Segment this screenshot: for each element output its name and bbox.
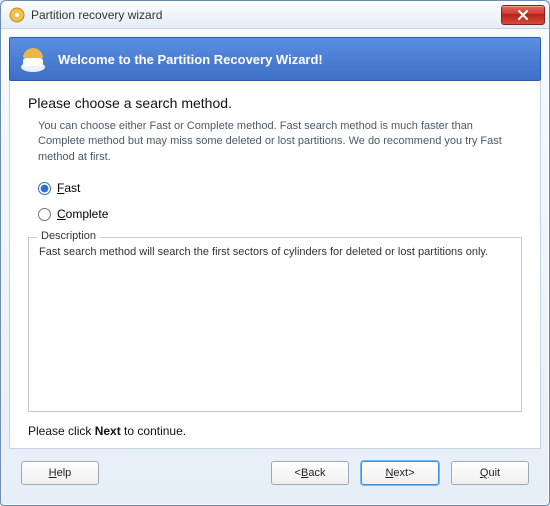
radio-complete-input[interactable] xyxy=(38,208,51,221)
window-title: Partition recovery wizard xyxy=(31,8,501,22)
radio-fast[interactable]: Fast xyxy=(38,181,522,195)
banner: Welcome to the Partition Recovery Wizard… xyxy=(9,37,541,81)
description-group: Description Fast search method will sear… xyxy=(28,237,522,412)
description-text: Fast search method will search the first… xyxy=(39,246,511,258)
close-button[interactable] xyxy=(501,5,545,25)
client-area: Welcome to the Partition Recovery Wizard… xyxy=(1,29,549,505)
back-button[interactable]: <Back xyxy=(271,461,349,485)
radio-fast-input[interactable] xyxy=(38,182,51,195)
banner-title: Welcome to the Partition Recovery Wizard… xyxy=(58,52,323,67)
page-heading: Please choose a search method. xyxy=(28,95,522,111)
quit-button[interactable]: Quit xyxy=(451,461,529,485)
page-subtext: You can choose either Fast or Complete m… xyxy=(38,119,522,165)
wizard-icon xyxy=(18,44,48,74)
radio-complete[interactable]: Complete xyxy=(38,207,522,221)
description-legend: Description xyxy=(37,230,100,242)
help-button[interactable]: Help xyxy=(21,461,99,485)
content-panel: Please choose a search method. You can c… xyxy=(9,81,541,449)
next-button[interactable]: Next> xyxy=(361,461,439,485)
button-row: Help <Back Next> Quit xyxy=(9,449,541,497)
radio-fast-label: Fast xyxy=(57,181,80,195)
titlebar: Partition recovery wizard xyxy=(1,1,549,29)
radio-complete-label: Complete xyxy=(57,207,108,221)
wizard-window: Partition recovery wizard Welcome to the… xyxy=(0,0,550,506)
continue-hint: Please click Next to continue. xyxy=(28,424,522,438)
app-icon xyxy=(9,7,25,23)
